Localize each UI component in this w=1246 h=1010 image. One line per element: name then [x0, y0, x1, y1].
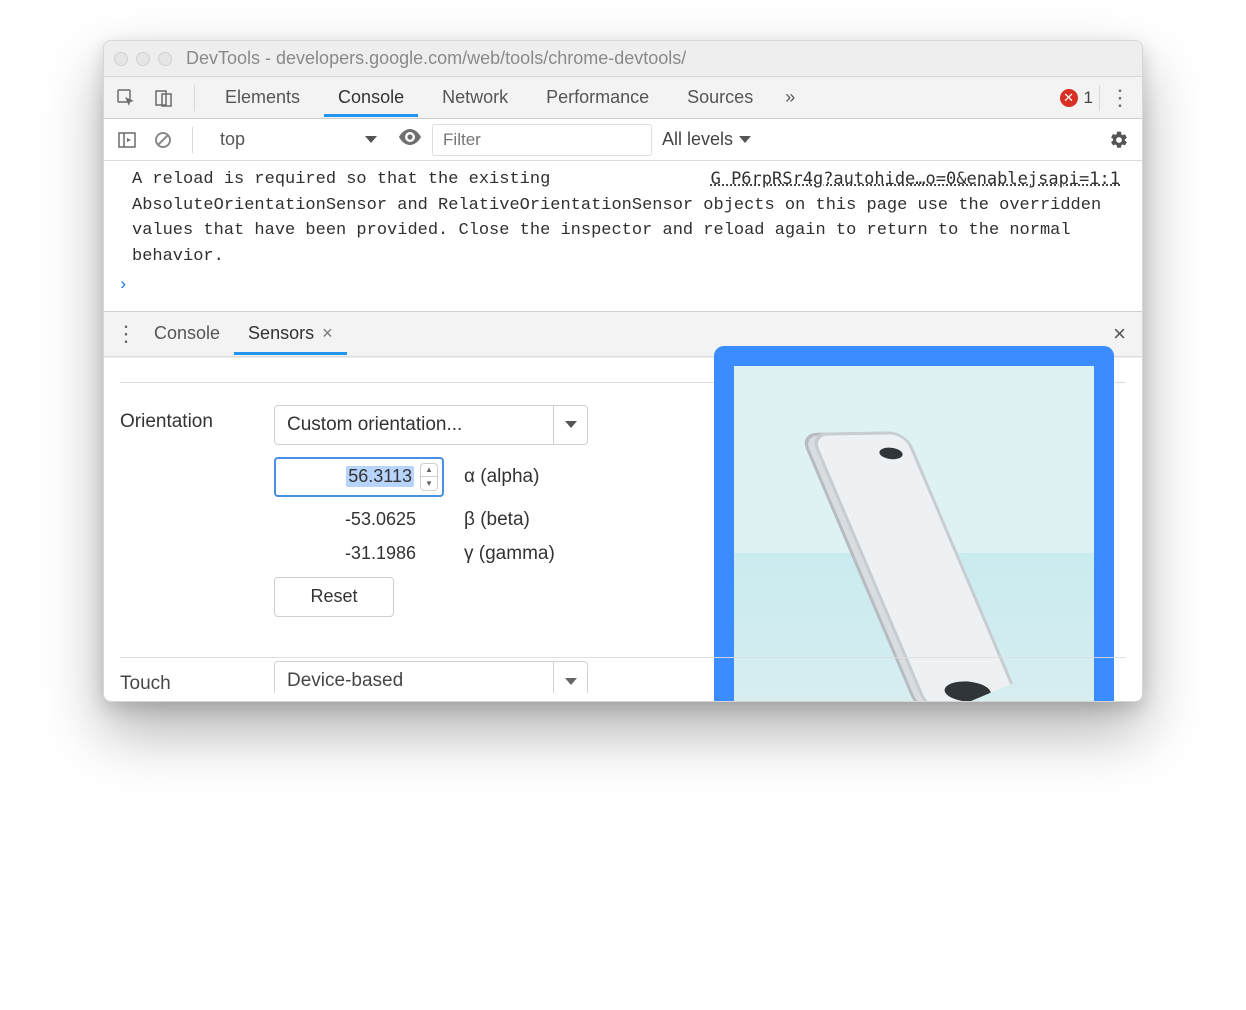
error-count: 1 — [1084, 88, 1093, 108]
inspect-element-icon[interactable] — [112, 84, 140, 112]
alpha-input[interactable]: 56.3113 ▲▼ — [274, 457, 444, 497]
execution-context-label: top — [220, 129, 245, 150]
drawer-kebab-icon[interactable]: ⋮ — [114, 321, 140, 347]
beta-value[interactable]: -53.0625 — [274, 509, 444, 530]
touch-preset-value: Device-based — [287, 670, 403, 692]
alpha-label: α (alpha) — [464, 466, 539, 488]
live-expression-icon[interactable] — [398, 128, 422, 151]
chevron-down-icon — [739, 136, 751, 143]
drawer-tab-sensors[interactable]: Sensors × — [234, 312, 347, 355]
gamma-value[interactable]: -31.1986 — [274, 543, 444, 564]
drawer-tab-console[interactable]: Console — [140, 312, 234, 355]
window-title: DevTools - developers.google.com/web/too… — [186, 48, 686, 69]
log-levels-select[interactable]: All levels — [662, 129, 751, 150]
sensors-panel: Orientation Custom orientation... 56.311… — [104, 357, 1142, 701]
touch-section: Touch Device-based — [120, 657, 1126, 693]
orientation-preset-value: Custom orientation... — [287, 414, 462, 436]
tab-elements[interactable]: Elements — [211, 78, 314, 117]
beta-label: β (beta) — [464, 509, 530, 531]
tab-network[interactable]: Network — [428, 78, 522, 117]
devtools-toolbar: Elements Console Network Performance Sou… — [104, 77, 1142, 119]
orientation-preview-highlight[interactable] — [714, 346, 1114, 702]
console-prompt[interactable]: › — [118, 269, 1124, 305]
number-stepper[interactable]: ▲▼ — [420, 463, 438, 491]
console-settings-icon[interactable] — [1106, 127, 1132, 153]
alpha-value: 56.3113 — [346, 466, 414, 487]
kebab-menu-icon[interactable]: ⋮ — [1106, 84, 1134, 112]
drawer-close-icon[interactable]: × — [1107, 321, 1132, 347]
close-icon[interactable]: × — [322, 323, 333, 344]
device-toolbar-icon[interactable] — [150, 84, 178, 112]
orientation-section-label: Orientation — [120, 405, 250, 433]
chevron-down-icon — [365, 136, 377, 143]
window-titlebar: DevTools - developers.google.com/web/too… — [104, 41, 1142, 77]
traffic-zoom-icon[interactable] — [158, 52, 172, 66]
clear-console-icon[interactable] — [150, 127, 176, 153]
more-tabs-icon[interactable]: » — [777, 87, 803, 108]
tab-sources[interactable]: Sources — [673, 78, 767, 117]
console-sidebar-toggle-icon[interactable] — [114, 127, 140, 153]
message-source-link[interactable]: G P6rpRSr4g?autohide…o=0&enablejsapi=1:1 — [711, 167, 1120, 193]
tab-console[interactable]: Console — [324, 78, 418, 117]
tab-performance[interactable]: Performance — [532, 78, 663, 117]
window-traffic-lights[interactable] — [114, 52, 172, 66]
traffic-minimize-icon[interactable] — [136, 52, 150, 66]
touch-section-label: Touch — [120, 667, 250, 693]
gamma-label: γ (gamma) — [464, 543, 555, 565]
chevron-down-icon[interactable] — [554, 405, 588, 445]
error-dot-icon: ✕ — [1060, 89, 1078, 107]
touch-preset-select[interactable]: Device-based — [274, 661, 588, 693]
orientation-preset-select[interactable]: Custom orientation... — [274, 405, 588, 445]
console-toolbar: top All levels — [104, 119, 1142, 161]
execution-context-select[interactable]: top — [209, 124, 388, 156]
devtools-window: DevTools - developers.google.com/web/too… — [103, 40, 1143, 702]
reset-button[interactable]: Reset — [274, 577, 394, 617]
chevron-down-icon[interactable] — [554, 661, 588, 693]
log-levels-label: All levels — [662, 129, 733, 150]
console-filter-input[interactable] — [432, 124, 652, 156]
error-badge[interactable]: ✕ 1 — [1060, 88, 1093, 108]
traffic-close-icon[interactable] — [114, 52, 128, 66]
console-log-area: G P6rpRSr4g?autohide…o=0&enablejsapi=1:1… — [104, 161, 1142, 311]
